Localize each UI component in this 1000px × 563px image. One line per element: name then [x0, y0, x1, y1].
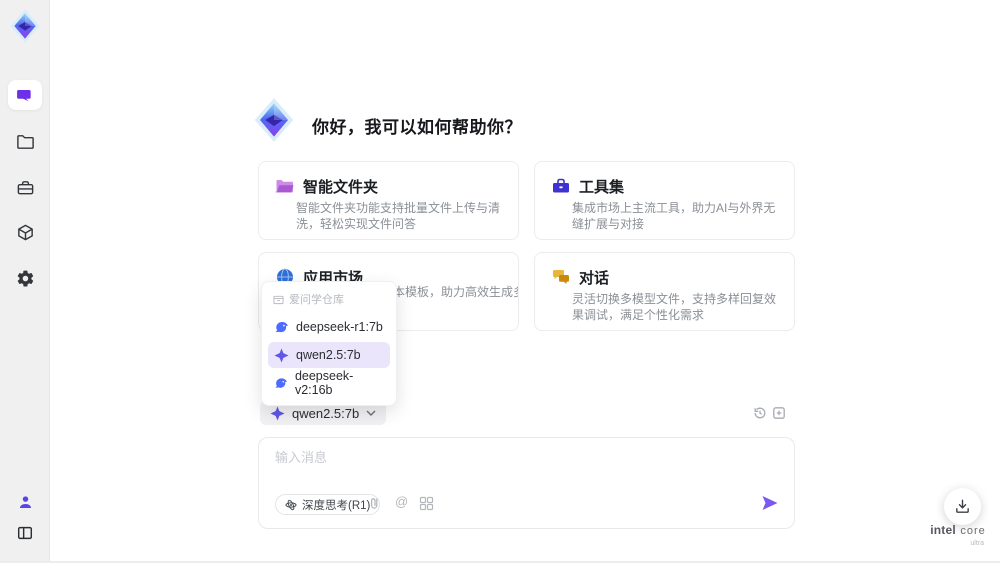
history-icon[interactable]: [753, 406, 767, 420]
model-option-qwen[interactable]: qwen2.5:7b: [268, 342, 390, 368]
card-description: 智能文件夹功能支持批量文件上传与清洗，轻松实现文件问答: [296, 201, 501, 231]
card-toolkit[interactable]: 工具集 集成市场上主流工具，助力AI与外界无缝扩展与对接: [534, 161, 795, 240]
panel-toggle-icon: [17, 526, 33, 540]
intel-logo-text: intel: [930, 523, 956, 537]
card-description: 集成市场上主流工具，助力AI与外界无缝扩展与对接: [572, 201, 776, 231]
download-button[interactable]: [944, 488, 981, 525]
toolkit-icon: [553, 178, 569, 193]
message-input[interactable]: [275, 447, 775, 487]
model-option-label: qwen2.5:7b: [296, 348, 361, 362]
sidebar-item-profile[interactable]: [8, 487, 42, 517]
card-description-fragment: 本模板，助力高效生成多: [393, 285, 519, 299]
card-title: 智能文件夹: [303, 179, 379, 196]
card-smart-folder[interactable]: 智能文件夹 智能文件夹功能支持批量文件上传与清洗，轻松实现文件问答: [258, 161, 519, 240]
card-description: 灵活切换多模型文件，支持多样回复效果调试，满足个性化需求: [572, 292, 777, 322]
sidebar-item-tools[interactable]: [8, 172, 42, 202]
model-option-deepseek-v2[interactable]: deepseek-v2:16b: [268, 369, 390, 397]
card-title: 工具集: [579, 179, 625, 196]
repo-icon: [273, 295, 284, 304]
intel-core-badge: intel core ultra: [926, 524, 990, 550]
chevron-down-icon: [366, 410, 376, 416]
dialog-icon: [552, 270, 569, 284]
cube-icon: [17, 224, 33, 240]
sidebar-item-folders[interactable]: [8, 126, 42, 156]
person-icon: [19, 495, 31, 508]
message-composer[interactable]: 深度思考(R1) @: [258, 437, 795, 529]
smart-folder-icon: [275, 180, 294, 193]
mention-icon[interactable]: @: [395, 494, 408, 509]
assistant-logo-icon: [254, 98, 294, 142]
sidebar-collapse[interactable]: [8, 518, 42, 548]
sidebar-item-settings[interactable]: [8, 263, 42, 293]
attachment-icon[interactable]: [367, 496, 381, 511]
deep-think-label: 深度思考(R1): [302, 499, 371, 512]
qwen-icon: [274, 347, 289, 363]
card-dialog[interactable]: 对话 灵活切换多模型文件，支持多样回复效果调试，满足个性化需求: [534, 252, 795, 331]
sidebar-item-chat[interactable]: [8, 80, 42, 110]
download-icon: [956, 499, 969, 513]
send-icon[interactable]: [761, 494, 779, 512]
briefcase-icon: [17, 180, 33, 194]
deep-think-icon: [285, 499, 297, 510]
model-option-label: deepseek-r1:7b: [296, 320, 383, 334]
deep-think-toggle[interactable]: 深度思考(R1): [275, 494, 381, 515]
folder-icon: [16, 134, 34, 149]
model-dropdown-header: 爱问学仓库: [267, 288, 391, 312]
new-chat-icon[interactable]: [772, 406, 786, 420]
card-title: 对话: [579, 270, 610, 287]
qwen-icon: [270, 405, 285, 421]
model-dropdown: 爱问学仓库 deepseek-r1:7b qwen2.5:7b deepseek…: [261, 281, 397, 406]
gear-icon: [17, 270, 33, 286]
model-option-label: deepseek-v2:16b: [294, 369, 354, 397]
model-option-deepseek-r1[interactable]: deepseek-r1:7b: [268, 314, 390, 340]
deepseek-icon: [275, 321, 288, 332]
app-logo-icon: [10, 9, 40, 43]
model-repo-label: 爱问学仓库: [289, 294, 344, 306]
core-logo-text: core: [960, 525, 986, 537]
greeting-title: 你好，我可以如何帮助你？: [312, 118, 522, 137]
apps-grid-icon[interactable]: [419, 496, 434, 511]
sidebar: [0, 0, 50, 563]
deepseek-icon: [275, 377, 287, 388]
chat-bubble-icon: [17, 90, 31, 102]
model-selector-label: qwen2.5:7b: [292, 405, 360, 421]
app-window: 你好，我可以如何帮助你？ 智能文件夹 智能文件夹功能支持批量文件上传与清洗，轻松…: [0, 0, 1000, 563]
core-suffix-text: ultra: [970, 540, 984, 547]
sidebar-item-apps[interactable]: [8, 217, 42, 247]
